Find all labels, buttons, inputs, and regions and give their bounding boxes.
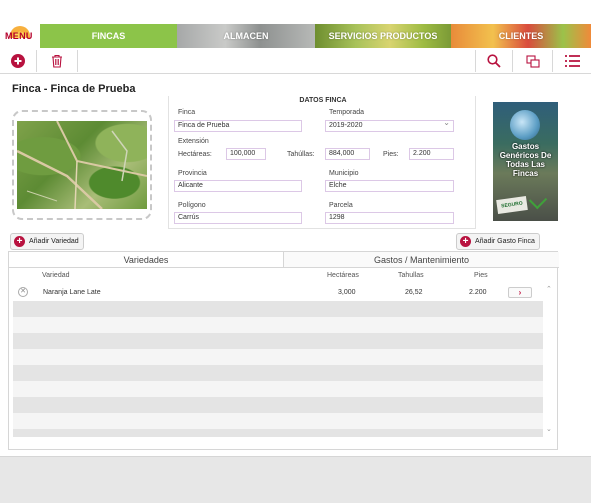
cell-tahullas: 26,52 [405,289,423,296]
cell-hectareas: 3,000 [338,289,356,296]
empty-row [13,365,543,381]
finca-field[interactable]: Finca de Prueba [174,120,302,132]
tab-fincas-label: FINCAS [91,31,126,41]
cell-variedad: Naranja Lane Late [43,289,101,296]
empty-row [13,429,543,437]
cell-pies: 2.200 [469,289,487,296]
main-nav: MENU FINCAS ALMACEN SERVICIOS PRODUCTOS … [0,24,591,48]
tab-servicios-label: SERVICIOS PRODUCTOS [328,31,438,41]
footer-bar [0,456,591,503]
tab-servicios-productos[interactable]: SERVICIOS PRODUCTOS [315,24,451,48]
provincia-label: Provincia [178,170,207,177]
checkmark-icon [528,190,548,210]
add-gasto-finca-button[interactable]: + Añadir Gasto Finca [456,233,540,250]
empty-row [13,381,543,397]
parcela-label: Parcela [329,202,353,209]
tahullas-field[interactable]: 884,000 [325,148,370,160]
delete-button[interactable] [37,48,77,74]
app-window: MENU FINCAS ALMACEN SERVICIOS PRODUCTOS … [0,0,591,503]
provincia-field[interactable]: Alicante [174,180,302,192]
plus-circle-icon: + [14,236,25,247]
tab-fincas[interactable]: FINCAS [40,24,177,48]
tab-almacen-label: ALMACEN [223,31,269,41]
poligono-field[interactable]: Carrús [174,212,302,224]
finca-label: Finca [178,109,196,116]
list-icon [564,55,580,67]
tab-clientes[interactable]: CLIENTES [451,24,591,48]
empty-row [13,301,543,317]
add-variedad-button[interactable]: + Añadir Variedad [10,233,84,250]
remove-row-icon[interactable]: ✕ [18,287,28,297]
pies-label: Pies: [383,151,399,158]
header-hectareas: Hectáreas [327,272,359,279]
header-variedad: Variedad [42,272,70,279]
trash-icon [52,54,62,68]
table-row[interactable]: ✕ Naranja Lane Late 3,000 26,52 2.200 › [13,285,543,301]
parcela-field[interactable]: 1298 [325,212,454,224]
lightbulb-icon [510,110,540,140]
municipio-field[interactable]: Elche [325,180,454,192]
search-icon [487,54,501,68]
copy-button[interactable] [513,48,552,74]
page-title: Finca - Finca de Prueba [12,83,136,95]
list-button[interactable] [553,48,591,74]
plus-circle-icon: + [460,236,471,247]
header-pies: Pies [474,272,488,279]
temporada-select[interactable]: 2019-2020 [325,118,454,132]
finca-aerial-photo [17,121,147,209]
datos-finca-panel: DATOS FINCA Finca Finca de Prueba Tempor… [168,96,476,229]
municipio-label: Municipio [329,170,359,177]
tahullas-label: Tahúllas: [287,151,315,158]
add-variedad-label: Añadir Variedad [29,238,79,245]
hectareas-label: Hectáreas: [178,151,212,158]
seguro-sign: SEGURO [496,195,528,215]
menu-label: MENU [5,31,33,41]
hectareas-field[interactable]: 100,000 [226,148,266,160]
temporada-label: Temporada [329,109,365,116]
empty-row [13,333,543,349]
variedades-panel: Variedades Gastos / Mantenimiento Varied… [8,251,559,450]
open-row-button[interactable]: › [508,287,532,298]
poligono-label: Polígono [178,202,206,209]
header-tahullas: Tahullas [398,272,424,279]
add-button[interactable] [0,48,36,74]
plus-circle-icon [11,54,25,68]
extension-label: Extensión [178,138,209,145]
tab-variedades[interactable]: Variedades [9,252,283,268]
gastos-card-text: Gastos Genéricos De Todas Las Fincas [499,142,552,178]
scroll-down-icon[interactable]: ⌄ [546,425,552,433]
copy-icon [525,54,540,68]
search-button[interactable] [476,48,512,74]
vertical-scrollbar[interactable]: ⌃ ⌄ [544,285,556,437]
toolbar-divider [77,50,78,72]
variedades-table: ✕ Naranja Lane Late 3,000 26,52 2.200 › [13,285,543,437]
scroll-up-icon[interactable]: ⌃ [546,285,552,293]
tab-clientes-label: CLIENTES [498,31,544,41]
add-gasto-label: Añadir Gasto Finca [475,238,535,245]
empty-row [13,397,543,413]
empty-row [13,413,543,429]
empty-row [13,349,543,365]
toolbar [0,48,591,74]
tab-variedades-label: Variedades [123,254,169,265]
datos-finca-title: DATOS FINCA [299,97,347,104]
menu-button[interactable]: MENU [0,24,40,48]
aerial-map-icon [17,121,147,209]
tab-gastos-mantenimiento[interactable]: Gastos / Mantenimiento [283,252,559,268]
tab-almacen[interactable]: ALMACEN [177,24,315,48]
tab-gastos-label: Gastos / Mantenimiento [373,254,470,265]
pies-field[interactable]: 2.200 [409,148,454,160]
empty-row [13,317,543,333]
gastos-genericos-card[interactable]: Gastos Genéricos De Todas Las Fincas SEG… [493,102,558,221]
